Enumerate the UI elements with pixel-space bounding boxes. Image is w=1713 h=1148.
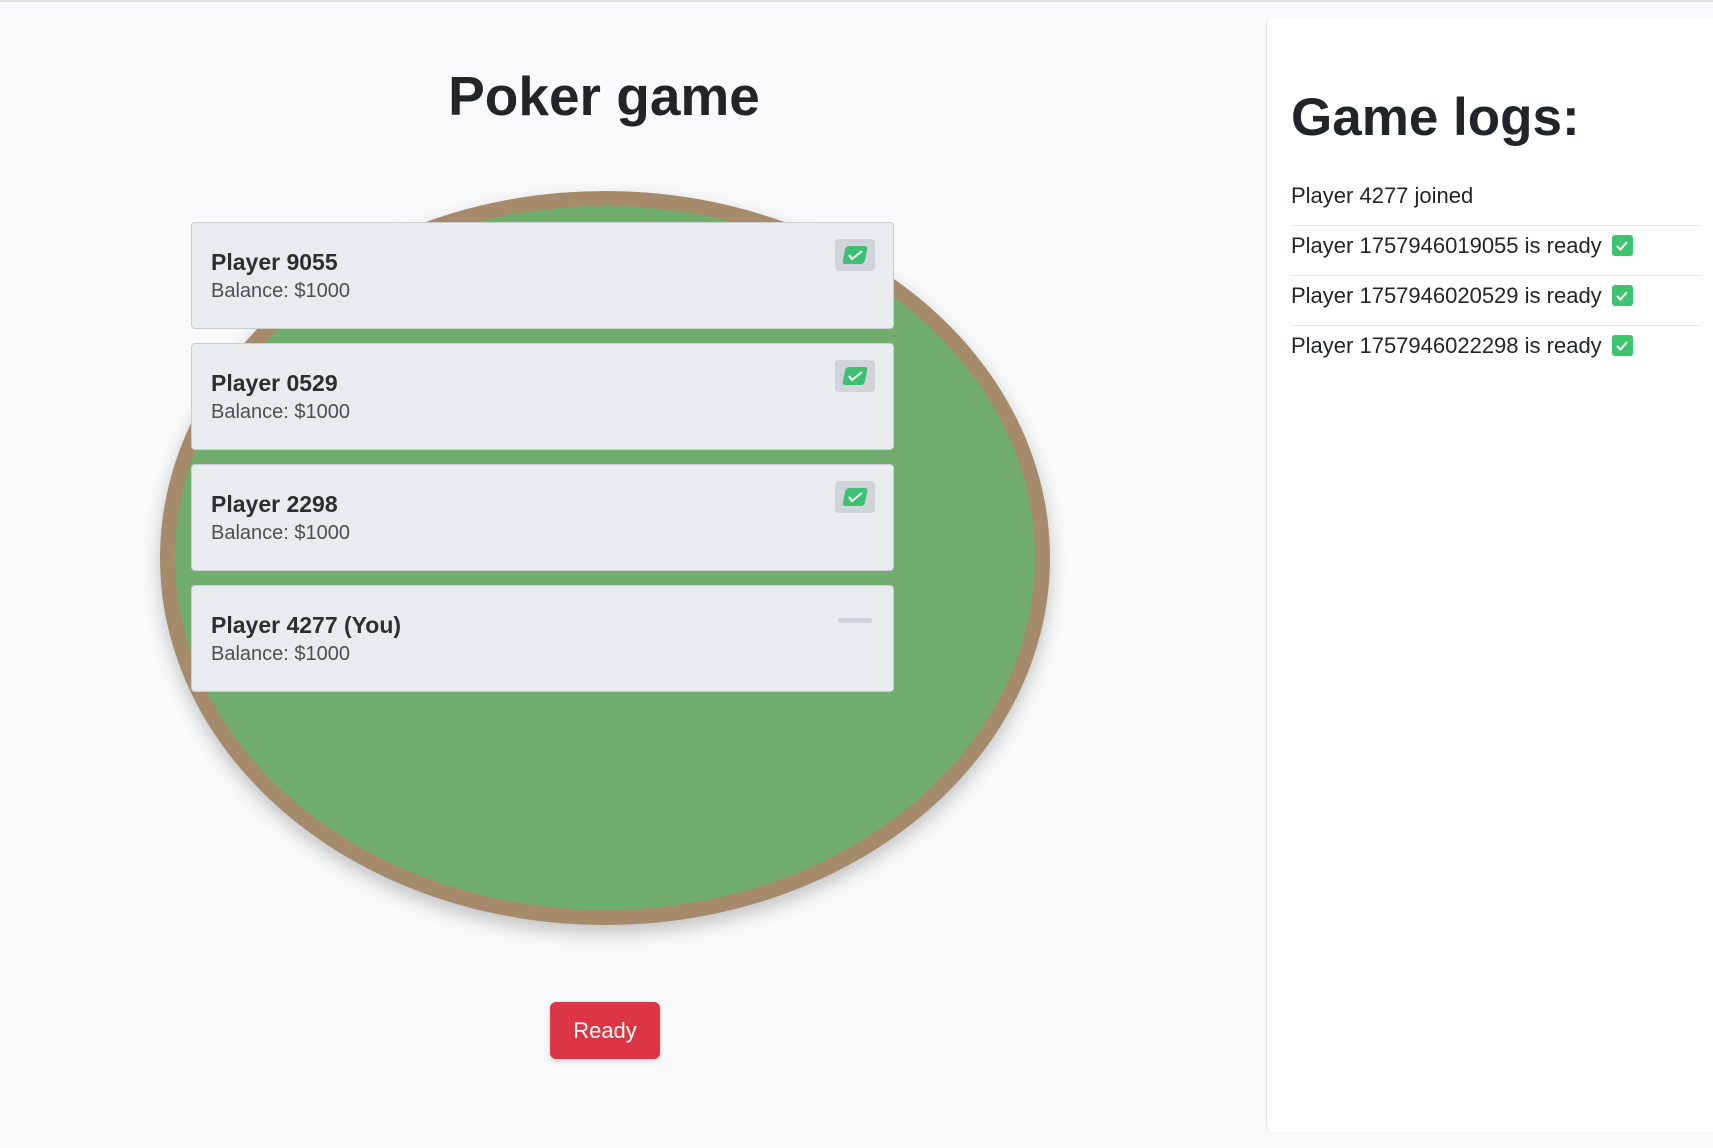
- check-mark-icon: [842, 488, 868, 506]
- game-logs-panel: Game logs: Player 4277 joined Player 175…: [1266, 18, 1713, 1132]
- player-card: Player 2298 Balance: $1000: [191, 464, 894, 571]
- check-mark-icon: [1611, 235, 1633, 256]
- player-balance: Balance: $1000: [211, 643, 351, 665]
- ready-status: [835, 360, 875, 392]
- log-entry: Player 1757946022298 is ready: [1291, 326, 1701, 376]
- player-name: Player 0529: [211, 370, 338, 396]
- check-mark-icon: [1611, 285, 1633, 306]
- check-mark-icon: [1611, 335, 1633, 356]
- logs-title: Game logs:: [1291, 88, 1580, 147]
- ready-status: [835, 481, 875, 513]
- waiting-status: [835, 617, 875, 623]
- log-text: Player 1757946019055 is ready: [1291, 233, 1602, 258]
- log-text: Player 4277 joined: [1291, 183, 1474, 208]
- log-text: Player 1757946020529 is ready: [1291, 283, 1602, 308]
- player-balance: Balance: $1000: [211, 522, 351, 544]
- player-name: Player 4277 (You): [211, 612, 402, 638]
- player-name: Player 2298: [211, 491, 338, 517]
- player-card: Player 0529 Balance: $1000: [191, 343, 894, 450]
- player-card: Player 9055 Balance: $1000: [191, 222, 894, 329]
- log-text: Player 1757946022298 is ready: [1291, 333, 1602, 358]
- player-list: Player 9055 Balance: $1000 Player 0529 B…: [191, 222, 894, 706]
- player-balance: Balance: $1000: [211, 401, 351, 423]
- log-entry: Player 1757946019055 is ready: [1291, 226, 1701, 276]
- log-entry: Player 4277 joined: [1291, 176, 1701, 226]
- player-balance: Balance: $1000: [211, 280, 351, 302]
- log-list: Player 4277 joined Player 1757946019055 …: [1291, 176, 1701, 376]
- page-title: Poker game: [448, 65, 760, 127]
- check-mark-icon: [842, 246, 868, 264]
- game-area: Poker game Player 9055 Balance: $1000 Pl…: [0, 2, 1266, 1148]
- player-name: Player 9055: [211, 249, 338, 275]
- ready-button[interactable]: Ready: [550, 1002, 660, 1059]
- ready-status: [835, 239, 875, 271]
- log-entry: Player 1757946020529 is ready: [1291, 276, 1701, 326]
- player-card-self: Player 4277 (You) Balance: $1000: [191, 585, 894, 692]
- check-mark-icon: [842, 367, 868, 385]
- dash-icon: [838, 617, 872, 623]
